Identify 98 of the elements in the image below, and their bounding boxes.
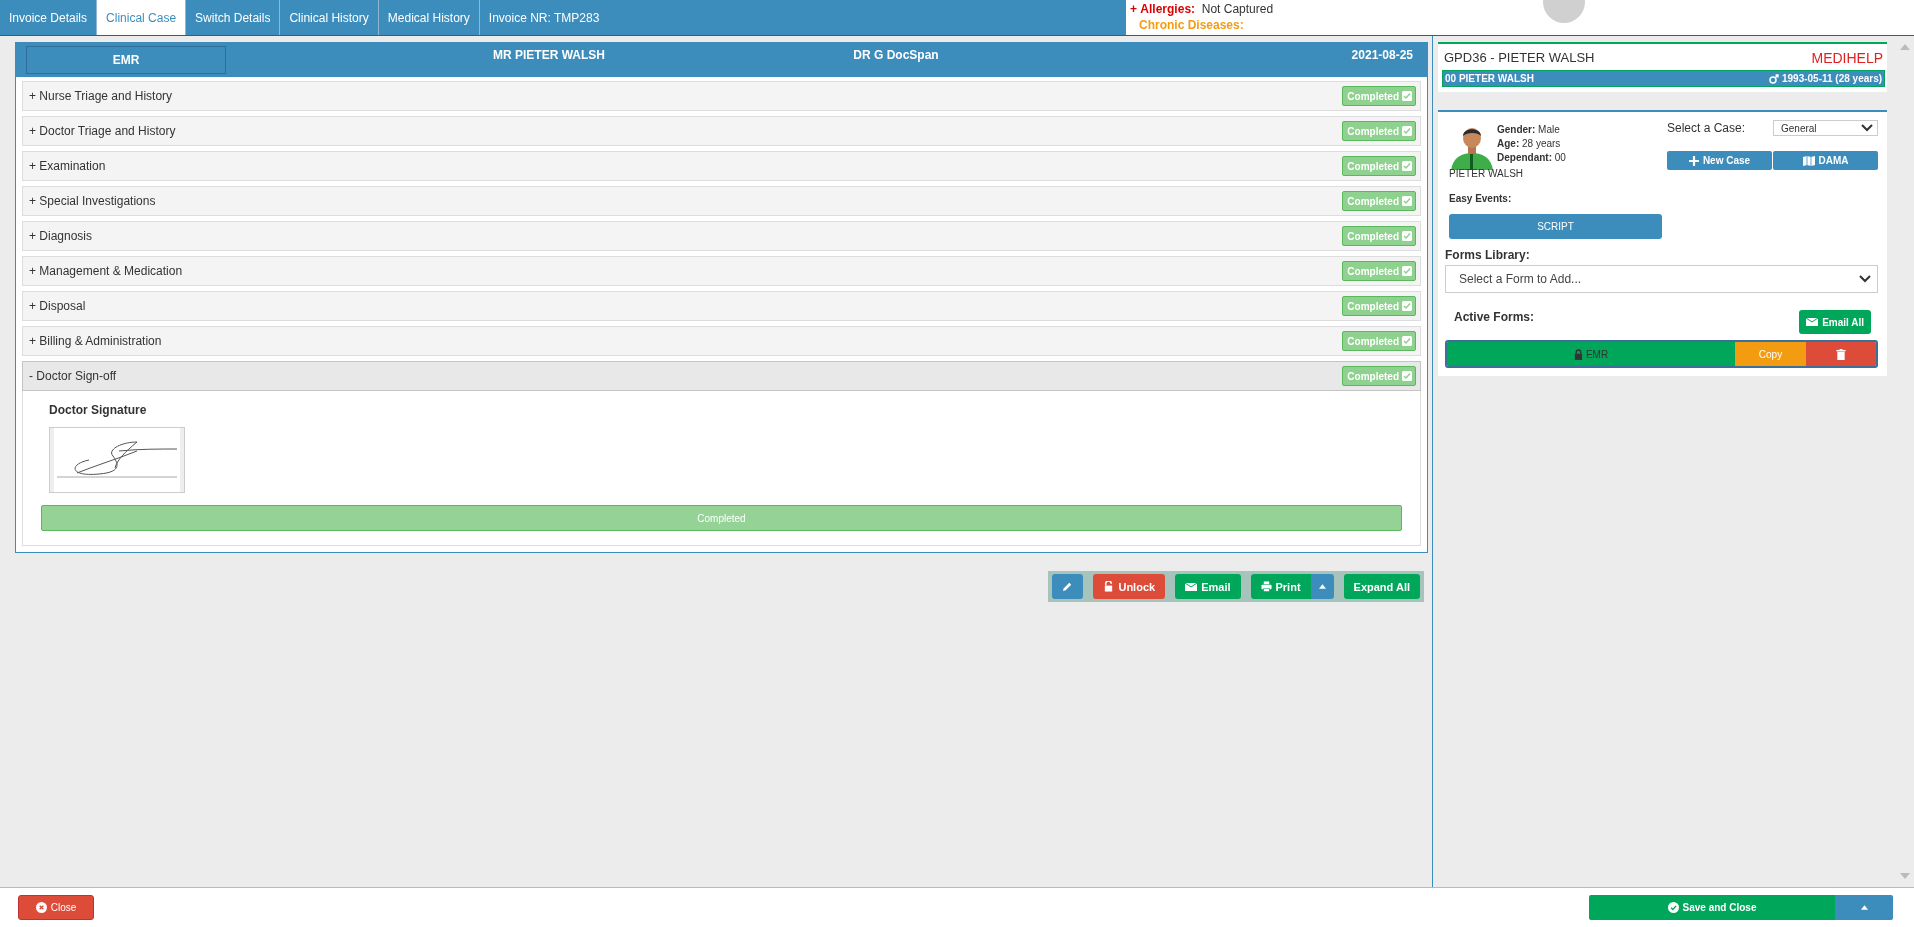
checkbox-check-icon bbox=[1402, 91, 1412, 101]
scroll-down-icon bbox=[1899, 873, 1910, 879]
status-text: Completed bbox=[1347, 160, 1399, 172]
toggle-sign[interactable]: + bbox=[1130, 2, 1137, 16]
easy-events-label: Easy Events: bbox=[1449, 193, 1513, 204]
caret-up-icon bbox=[1318, 584, 1326, 589]
tab[interactable]: Medical History bbox=[378, 0, 480, 35]
section-header[interactable]: + Examination Completed bbox=[22, 151, 1421, 181]
close-icon bbox=[35, 902, 47, 913]
checkbox-check-icon bbox=[1402, 301, 1412, 311]
padlock-icon bbox=[1573, 348, 1583, 360]
dama-button[interactable]: DAMA bbox=[1773, 151, 1879, 170]
section-header[interactable]: - Doctor Sign-off Completed bbox=[22, 361, 1421, 391]
section-title: + Special Investigations bbox=[29, 194, 157, 208]
chevron-down-icon bbox=[1861, 124, 1874, 132]
status-text: Completed bbox=[1347, 230, 1399, 242]
allergies-value: Not Captured bbox=[1201, 2, 1274, 16]
checkbox-check-icon bbox=[1402, 231, 1412, 241]
allergies-label: Allergies: bbox=[1140, 2, 1196, 16]
status-text: Completed bbox=[1347, 195, 1399, 207]
signature-label: Doctor Signature bbox=[49, 403, 148, 417]
form-select[interactable]: Select a Form to Add... bbox=[1445, 265, 1879, 293]
section-header[interactable]: + Billing & Administration Completed bbox=[22, 326, 1421, 356]
scroll-up-icon bbox=[1899, 44, 1910, 50]
completed-bar: Completed bbox=[41, 505, 1402, 531]
patient-name: MR PIETER WALSH bbox=[492, 47, 606, 64]
tab[interactable]: Clinical Case bbox=[97, 0, 187, 35]
patient-title: GPD36 - PIETER WALSH bbox=[1444, 50, 1595, 66]
tab[interactable]: Switch Details bbox=[186, 0, 281, 35]
expand-button[interactable]: Expand All bbox=[1343, 574, 1420, 599]
trash-icon bbox=[1836, 348, 1846, 360]
section-title: + Management & Medication bbox=[29, 264, 184, 278]
check-circle-icon bbox=[1667, 902, 1679, 913]
patient-name: PIETER WALSH bbox=[1449, 168, 1525, 179]
select-case-label: Select a Case: bbox=[1667, 120, 1747, 137]
checkbox-check-icon bbox=[1402, 161, 1412, 171]
edit-button[interactable] bbox=[1052, 574, 1084, 599]
print-options-button[interactable] bbox=[1310, 574, 1334, 599]
section-title: + Billing & Administration bbox=[29, 334, 163, 348]
member-name: 00 PIETER WALSH bbox=[1445, 73, 1534, 84]
section-title: + Diagnosis bbox=[29, 229, 94, 243]
script-button[interactable]: SCRIPT bbox=[1449, 214, 1662, 239]
section-title: - Doctor Sign-off bbox=[29, 369, 118, 383]
checkbox-check-icon bbox=[1402, 336, 1412, 346]
forms-library-label: Forms Library: bbox=[1445, 248, 1531, 262]
emr-label: EMR bbox=[26, 46, 226, 74]
unlocked-padlock-icon bbox=[1103, 581, 1115, 592]
checkbox-check-icon bbox=[1402, 196, 1412, 206]
status-text: Completed bbox=[1347, 370, 1399, 382]
chronic-diseases-label: Chronic Diseases: bbox=[1139, 18, 1244, 32]
chevron-down-icon bbox=[1859, 275, 1872, 283]
section-title: + Doctor Triage and History bbox=[29, 124, 177, 138]
patient-detail: Age: 28 years bbox=[1497, 137, 1562, 151]
status-text: Completed bbox=[1347, 125, 1399, 137]
new-case-button[interactable]: New Case bbox=[1667, 151, 1772, 170]
checkbox-check-icon bbox=[1402, 266, 1412, 276]
tab[interactable]: Clinical History bbox=[280, 0, 379, 35]
email-all-button[interactable]: Email All bbox=[1799, 310, 1872, 334]
delete-button[interactable] bbox=[1806, 342, 1877, 366]
status-text: Completed bbox=[1347, 265, 1399, 277]
form-open-button[interactable]: EMR bbox=[1447, 342, 1735, 366]
section-header[interactable]: + Special Investigations Completed bbox=[22, 186, 1421, 216]
status-text: Completed bbox=[1347, 90, 1399, 102]
unlock-button[interactable]: Unlock bbox=[1093, 574, 1166, 599]
male-symbol-icon bbox=[1768, 73, 1779, 84]
tab[interactable]: Invoice NR: TMP283 bbox=[479, 0, 609, 35]
patient-detail: Gender: Male bbox=[1497, 123, 1561, 137]
section-title: + Examination bbox=[29, 159, 107, 173]
doctor-name: DR G DocSpan bbox=[852, 47, 940, 64]
patient-detail: Dependant: 00 bbox=[1497, 151, 1567, 165]
checkbox-check-icon bbox=[1402, 371, 1412, 381]
section-header[interactable]: + Disposal Completed bbox=[22, 291, 1421, 321]
section-header[interactable]: + Nurse Triage and History Completed bbox=[22, 81, 1421, 111]
case-select[interactable]: General bbox=[1773, 120, 1879, 136]
section-title: + Nurse Triage and History bbox=[29, 89, 174, 103]
medical-aid-name: MEDIHELP bbox=[1811, 50, 1884, 66]
email-button[interactable]: Email bbox=[1175, 574, 1241, 599]
section-header[interactable]: + Diagnosis Completed bbox=[22, 221, 1421, 251]
caret-up-icon bbox=[1860, 905, 1868, 910]
printer-icon bbox=[1260, 581, 1272, 592]
checkbox-check-icon bbox=[1402, 126, 1412, 136]
section-header[interactable]: + Management & Medication Completed bbox=[22, 256, 1421, 286]
print-button[interactable]: Print bbox=[1250, 574, 1311, 599]
status-text: Completed bbox=[1347, 335, 1399, 347]
map-icon bbox=[1802, 155, 1815, 166]
section-header[interactable]: + Doctor Triage and History Completed bbox=[22, 116, 1421, 146]
plus-icon bbox=[1688, 155, 1699, 166]
copy-button[interactable]: Copy bbox=[1735, 342, 1806, 366]
status-text: Completed bbox=[1347, 300, 1399, 312]
section-title: + Disposal bbox=[29, 299, 87, 313]
envelope-icon bbox=[1185, 581, 1198, 592]
case-date: 2021-08-25 bbox=[1350, 47, 1414, 64]
save-and-close-button[interactable]: Save and Close bbox=[1589, 895, 1835, 920]
close-button[interactable]: Close bbox=[18, 895, 94, 920]
pencil-icon bbox=[1062, 581, 1074, 592]
active-forms-label: Active Forms: bbox=[1454, 310, 1535, 324]
envelope-icon bbox=[1806, 317, 1819, 327]
date-of-birth: 1993-05-11 (28 years) bbox=[1781, 73, 1883, 84]
